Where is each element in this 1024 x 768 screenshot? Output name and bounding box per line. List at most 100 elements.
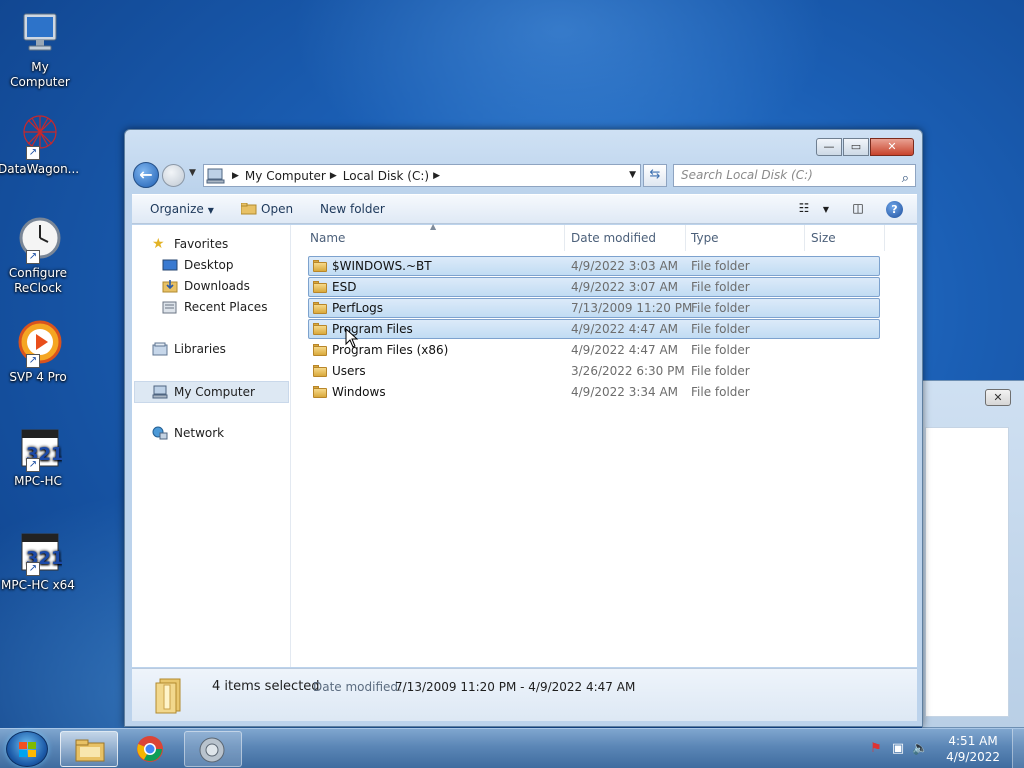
network-status-icon[interactable]: ▣ (890, 741, 906, 757)
file-explorer-icon (75, 738, 105, 765)
file-type: File folder (691, 343, 750, 357)
folder-icon (313, 302, 327, 314)
file-row[interactable]: $WINDOWS.~BT 4/9/2022 3:03 AM File folde… (308, 256, 880, 276)
address-dropdown-icon[interactable]: ▼ (629, 170, 636, 180)
file-row[interactable]: Windows 4/9/2022 3:34 AM File folder (308, 382, 880, 402)
recent-places-icon (162, 300, 178, 314)
breadcrumb-separator-icon[interactable]: ▶ (232, 171, 239, 181)
chevron-down-icon: ▼ (207, 206, 214, 215)
back-button[interactable]: ← (133, 162, 159, 188)
navigation-pane: ★ Favorites Desktop Downloads Recent Pla… (132, 225, 291, 667)
search-input[interactable]: Search Local Disk (C:) ⌕ (673, 164, 916, 187)
column-divider[interactable] (884, 225, 885, 251)
taskbar-explorer-button[interactable] (60, 731, 118, 767)
column-divider[interactable] (564, 225, 565, 251)
content-area: ★ Favorites Desktop Downloads Recent Pla… (132, 222, 917, 667)
file-date: 4/9/2022 3:03 AM (571, 259, 679, 273)
folder-icon (313, 323, 327, 335)
desktop-icon-mpc-hc[interactable]: 321 ↗ MPC-HC (0, 424, 78, 489)
desktop-icon-configure-reclock[interactable]: ↗ Configure ReClock (0, 216, 78, 296)
column-name[interactable]: Name (310, 231, 345, 245)
organize-label: Organize (150, 202, 204, 216)
file-type: File folder (691, 301, 750, 315)
background-window[interactable]: ✕ (922, 380, 1024, 728)
view-options-icon[interactable]: ☷ (794, 201, 814, 218)
open-folder-icon (240, 202, 257, 215)
breadcrumb-my-computer[interactable]: My Computer (245, 169, 326, 183)
computer-icon (152, 385, 168, 399)
file-row[interactable]: ESD 4/9/2022 3:07 AM File folder (308, 277, 880, 297)
address-bar[interactable]: ▶ My Computer ▶ Local Disk (C:) ▶ ▼ (203, 164, 641, 187)
shortcut-arrow-icon: ↗ (26, 250, 40, 264)
nav-recent-places[interactable]: Recent Places (162, 300, 267, 314)
taskbar-audio-app-button[interactable] (184, 731, 242, 767)
maximize-button[interactable]: ▭ (843, 138, 869, 156)
explorer-window[interactable]: — ▭ ✕ ← ▼ ▶ My Computer ▶ Local Disk (C:… (124, 129, 923, 727)
help-icon[interactable]: ? (886, 201, 903, 218)
nav-desktop-label: Desktop (184, 258, 234, 272)
sort-ascending-icon: ▲ (430, 222, 437, 231)
breadcrumb-local-disk[interactable]: Local Disk (C:) (343, 169, 429, 183)
file-row[interactable]: Program Files 4/9/2022 4:47 AM File fold… (308, 319, 880, 339)
desktop-icon-mpc-hc-x64[interactable]: 321 ↗ MPC-HC x64 (0, 528, 78, 593)
organize-button[interactable]: Organize ▼ (150, 202, 214, 216)
datawagon-icon: ↗ (14, 112, 62, 160)
start-button[interactable] (6, 731, 48, 767)
file-row[interactable]: Users 3/26/2022 6:30 PM File folder (308, 361, 880, 381)
file-date: 4/9/2022 3:07 AM (571, 280, 679, 294)
new-folder-button[interactable]: New folder (320, 202, 385, 216)
nav-favorites[interactable]: ★ Favorites (152, 237, 228, 251)
mouse-cursor-icon (345, 327, 359, 348)
desktop-icon-label: My Computer (10, 60, 70, 89)
breadcrumb-separator-icon[interactable]: ▶ (433, 171, 440, 181)
minimize-button[interactable]: — (816, 138, 842, 156)
mpc-hc-icon: 321 ↗ (14, 424, 64, 472)
folder-icon (313, 260, 327, 272)
file-name: Windows (332, 385, 386, 399)
action-center-flag-icon[interactable]: ⚑ (868, 741, 884, 757)
nav-libraries[interactable]: Libraries (152, 342, 226, 356)
view-dropdown-icon[interactable]: ▼ (816, 201, 836, 218)
forward-button[interactable] (162, 164, 185, 187)
background-window-close-button[interactable]: ✕ (985, 389, 1011, 406)
nav-network-label: Network (174, 426, 225, 440)
file-type: File folder (691, 385, 750, 399)
speaker-app-icon (198, 736, 226, 767)
desktop-icon-datawagon[interactable]: ↗ DataWagon... (0, 112, 79, 177)
column-date-modified[interactable]: Date modified (571, 231, 656, 245)
show-desktop-button[interactable] (1012, 729, 1024, 768)
shortcut-arrow-icon: ↗ (26, 562, 40, 576)
close-button[interactable]: ✕ (870, 138, 914, 156)
preview-pane-icon[interactable]: ◫ (848, 201, 868, 218)
desktop-icon-my-computer[interactable]: My Computer (0, 10, 80, 90)
column-divider[interactable] (804, 225, 805, 251)
computer-icon (16, 10, 64, 58)
file-type: File folder (691, 322, 750, 336)
nav-my-computer[interactable]: My Computer (134, 381, 289, 403)
volume-icon[interactable]: 🔈 (912, 741, 928, 757)
date-modified-range: 7/13/2009 11:20 PM - 4/9/2022 4:47 AM (395, 680, 636, 694)
column-type[interactable]: Type (691, 231, 719, 245)
chrome-icon (136, 735, 164, 766)
refresh-button[interactable]: ⇆ (643, 164, 667, 187)
new-folder-label: New folder (320, 202, 385, 216)
clock-time: 4:51 AM (948, 734, 998, 748)
caption-buttons: — ▭ ✕ (815, 138, 914, 156)
clock-icon: ↗ (14, 216, 62, 264)
nav-network[interactable]: Network (152, 426, 224, 440)
nav-downloads[interactable]: Downloads (162, 279, 250, 293)
breadcrumb-separator-icon[interactable]: ▶ (330, 171, 337, 181)
date-modified-label: Date modified: (313, 680, 403, 694)
search-icon[interactable]: ⌕ (902, 168, 909, 189)
file-row[interactable]: Program Files (x86) 4/9/2022 4:47 AM Fil… (308, 340, 880, 360)
desktop-icon-svp[interactable]: ↗ SVP 4 Pro (0, 320, 78, 385)
nav-desktop[interactable]: Desktop (162, 258, 234, 272)
column-size[interactable]: Size (811, 231, 836, 245)
column-divider[interactable] (685, 225, 686, 251)
taskbar-chrome-button[interactable] (122, 731, 180, 767)
recent-pages-dropdown-icon[interactable]: ▼ (189, 168, 196, 178)
open-button[interactable]: Open (240, 202, 293, 216)
clock[interactable]: 4:51 AM 4/9/2022 (946, 733, 1000, 765)
file-date: 7/13/2009 11:20 PM (571, 301, 693, 315)
file-row[interactable]: PerfLogs 7/13/2009 11:20 PM File folder (308, 298, 880, 318)
